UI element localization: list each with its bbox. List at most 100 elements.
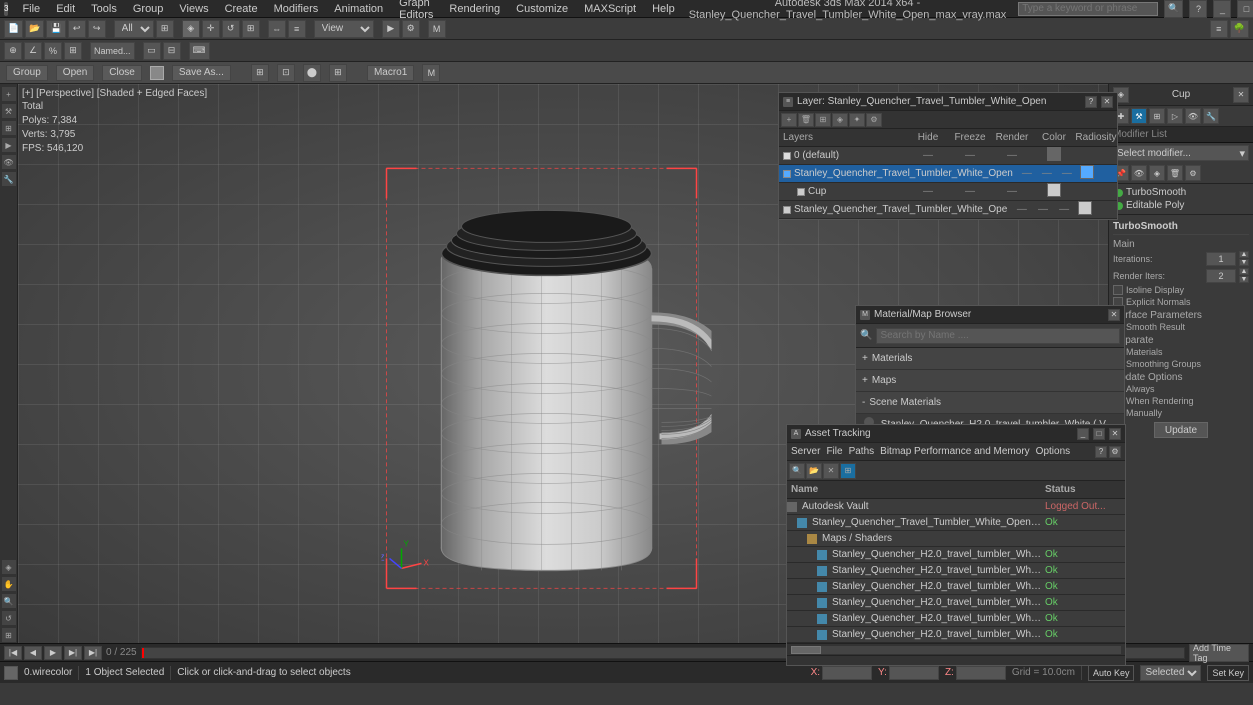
- render-iters-spinner[interactable]: ▲ ▼: [1239, 268, 1249, 283]
- modify-icon[interactable]: ⚒: [1, 103, 17, 119]
- new-btn[interactable]: 📄: [4, 20, 23, 38]
- menu-help[interactable]: Help: [650, 3, 677, 15]
- layer-color-default[interactable]: [1033, 147, 1075, 164]
- select-region-btn[interactable]: ▭: [143, 42, 161, 60]
- save-as-btn[interactable]: Save As...: [172, 65, 231, 81]
- layer-color-stanley[interactable]: [1077, 165, 1097, 182]
- minimize-btn[interactable]: _: [1213, 0, 1231, 18]
- layer-panel-question-btn[interactable]: ?: [1085, 96, 1097, 108]
- modifier-editable-poly[interactable]: Editable Poly: [1113, 199, 1249, 212]
- asset-row-7[interactable]: Stanley_Quencher_H2.0_travel_tumbler_Whi…: [787, 611, 1125, 627]
- timeline-prev-btn[interactable]: ◀: [24, 646, 42, 660]
- redo-btn[interactable]: ↪: [88, 20, 106, 38]
- modifier-dropdown[interactable]: Select modifier... ▾: [1113, 145, 1249, 161]
- auto-key-btn[interactable]: Auto Key: [1088, 665, 1135, 681]
- percent-snap-btn[interactable]: %: [44, 42, 62, 60]
- timeline-next-btn[interactable]: ▶|: [64, 646, 82, 660]
- render-iters-input[interactable]: [1206, 269, 1236, 283]
- remove-modifier-btn[interactable]: 🗑: [1167, 165, 1183, 181]
- asset-tb-btn-1[interactable]: 🔍: [789, 463, 805, 479]
- layer-mgr-btn[interactable]: ≡: [1210, 20, 1228, 38]
- set-key-btn[interactable]: Set Key: [1207, 665, 1249, 681]
- asset-menu-bitmap[interactable]: Bitmap Performance and Memory: [880, 446, 1030, 457]
- asset-panel-maximize-btn[interactable]: □: [1093, 428, 1105, 440]
- motion-panel-icon[interactable]: ▷: [1167, 108, 1183, 124]
- render-iters-up[interactable]: ▲: [1239, 268, 1249, 275]
- configure-modifier-sets-btn[interactable]: ⚙: [1185, 165, 1201, 181]
- menu-maxscript[interactable]: MAXScript: [582, 3, 638, 15]
- layer-new-btn[interactable]: +: [781, 113, 797, 127]
- asset-row-5[interactable]: Stanley_Quencher_H2.0_travel_tumbler_Whi…: [787, 579, 1125, 595]
- move-btn[interactable]: ✛: [202, 20, 220, 38]
- menu-views[interactable]: Views: [177, 3, 210, 15]
- help-btn[interactable]: ?: [1189, 0, 1207, 18]
- export-btn[interactable]: ⊡: [277, 64, 295, 82]
- menu-customize[interactable]: Customize: [514, 3, 570, 15]
- display-icon[interactable]: 👁: [1, 154, 17, 170]
- save-btn[interactable]: 💾: [46, 20, 65, 38]
- add-time-tag-btn[interactable]: Add Time Tag: [1189, 644, 1249, 662]
- material-section-maps[interactable]: + Maps: [856, 370, 1124, 392]
- select-by-name-btn[interactable]: ⊞: [156, 20, 174, 38]
- modifier-turbosmooth[interactable]: TurboSmooth: [1113, 186, 1249, 199]
- menu-graph-editors[interactable]: Graph Editors: [397, 0, 435, 21]
- align-btn[interactable]: ≡: [288, 20, 306, 38]
- maxscript-icon-btn[interactable]: M: [422, 64, 440, 82]
- search-input[interactable]: [1018, 2, 1158, 16]
- key-filter-dropdown[interactable]: Selected: [1140, 665, 1201, 681]
- rp-close-icon[interactable]: ✕: [1233, 87, 1249, 103]
- timeline-start-btn[interactable]: |◀: [4, 646, 22, 660]
- layer-add-selected-btn[interactable]: ⊞: [815, 113, 831, 127]
- asset-panel-close-btn[interactable]: ✕: [1109, 428, 1121, 440]
- maximize-vp-icon[interactable]: ⊞: [1, 627, 17, 643]
- material-panel-close-btn[interactable]: ✕: [1108, 309, 1120, 321]
- hierarchy-panel-icon[interactable]: ⊞: [1149, 108, 1165, 124]
- macro1-btn[interactable]: Macro1: [367, 65, 414, 81]
- menu-modifiers[interactable]: Modifiers: [272, 3, 321, 15]
- hierarchy-icon[interactable]: ⊞: [1, 120, 17, 136]
- maximize-btn[interactable]: □: [1237, 0, 1253, 18]
- undo-btn[interactable]: ↩: [68, 20, 86, 38]
- rotate-btn[interactable]: ↺: [222, 20, 240, 38]
- snap-btn[interactable]: ⊕: [4, 42, 22, 60]
- x-input[interactable]: [822, 666, 872, 680]
- select-filter-dropdown[interactable]: All: [114, 20, 154, 38]
- asset-row-6[interactable]: Stanley_Quencher_H2.0_travel_tumbler_Whi…: [787, 595, 1125, 611]
- open-group-btn[interactable]: Open: [56, 65, 94, 81]
- menu-tools[interactable]: Tools: [89, 3, 119, 15]
- layer-panel-close-btn[interactable]: ✕: [1101, 96, 1113, 108]
- viewport-dropdown[interactable]: View: [314, 20, 374, 38]
- menu-rendering[interactable]: Rendering: [447, 3, 502, 15]
- wirecolor-swatch[interactable]: [4, 666, 18, 680]
- modify-panel-icon[interactable]: ⚒: [1131, 108, 1147, 124]
- asset-menu-server[interactable]: Server: [791, 446, 820, 457]
- asset-settings-btn[interactable]: ⚙: [1109, 446, 1121, 458]
- asset-panel-header[interactable]: A Asset Tracking _ □ ✕: [787, 425, 1125, 443]
- display-panel-icon[interactable]: 👁: [1185, 108, 1201, 124]
- layer-settings-btn[interactable]: ⚙: [866, 113, 882, 127]
- iterations-input[interactable]: [1206, 252, 1236, 266]
- render-setup-btn[interactable]: ⚙: [402, 20, 420, 38]
- zoom-icon[interactable]: 🔍: [1, 593, 17, 609]
- material-editor-btn[interactable]: M: [428, 20, 446, 38]
- quick-render-btn[interactable]: ⬤: [303, 64, 321, 82]
- timeline-end-btn[interactable]: ▶|: [84, 646, 102, 660]
- layer-row-stanley2[interactable]: Stanley_Quencher_Travel_Tumbler_White_Op…: [779, 201, 1117, 219]
- asset-tb-btn-3[interactable]: ✕: [823, 463, 839, 479]
- layer-select-objects-btn[interactable]: ◈: [832, 113, 848, 127]
- menu-edit[interactable]: Edit: [54, 3, 77, 15]
- asset-row-4[interactable]: Stanley_Quencher_H2.0_travel_tumbler_Whi…: [787, 563, 1125, 579]
- make-unique-btn[interactable]: ◈: [1149, 165, 1165, 181]
- import-btn[interactable]: ⊞: [251, 64, 269, 82]
- color-swatch[interactable]: [150, 66, 164, 80]
- layer-highlight-btn[interactable]: ✦: [849, 113, 865, 127]
- material-search-input[interactable]: [876, 328, 1120, 344]
- iterations-spinner[interactable]: ▲ ▼: [1239, 251, 1249, 266]
- close-group-btn[interactable]: Close: [102, 65, 142, 81]
- utility-panel-icon[interactable]: 🔧: [1203, 108, 1219, 124]
- scale-btn[interactable]: ⊞: [242, 20, 260, 38]
- material-section-scene[interactable]: - Scene Materials: [856, 392, 1124, 414]
- open-btn[interactable]: 📂: [25, 20, 44, 38]
- asset-row-3[interactable]: Stanley_Quencher_H2.0_travel_tumbler_Whi…: [787, 547, 1125, 563]
- keyboard-shortcut-override-btn[interactable]: ⌨: [189, 42, 210, 60]
